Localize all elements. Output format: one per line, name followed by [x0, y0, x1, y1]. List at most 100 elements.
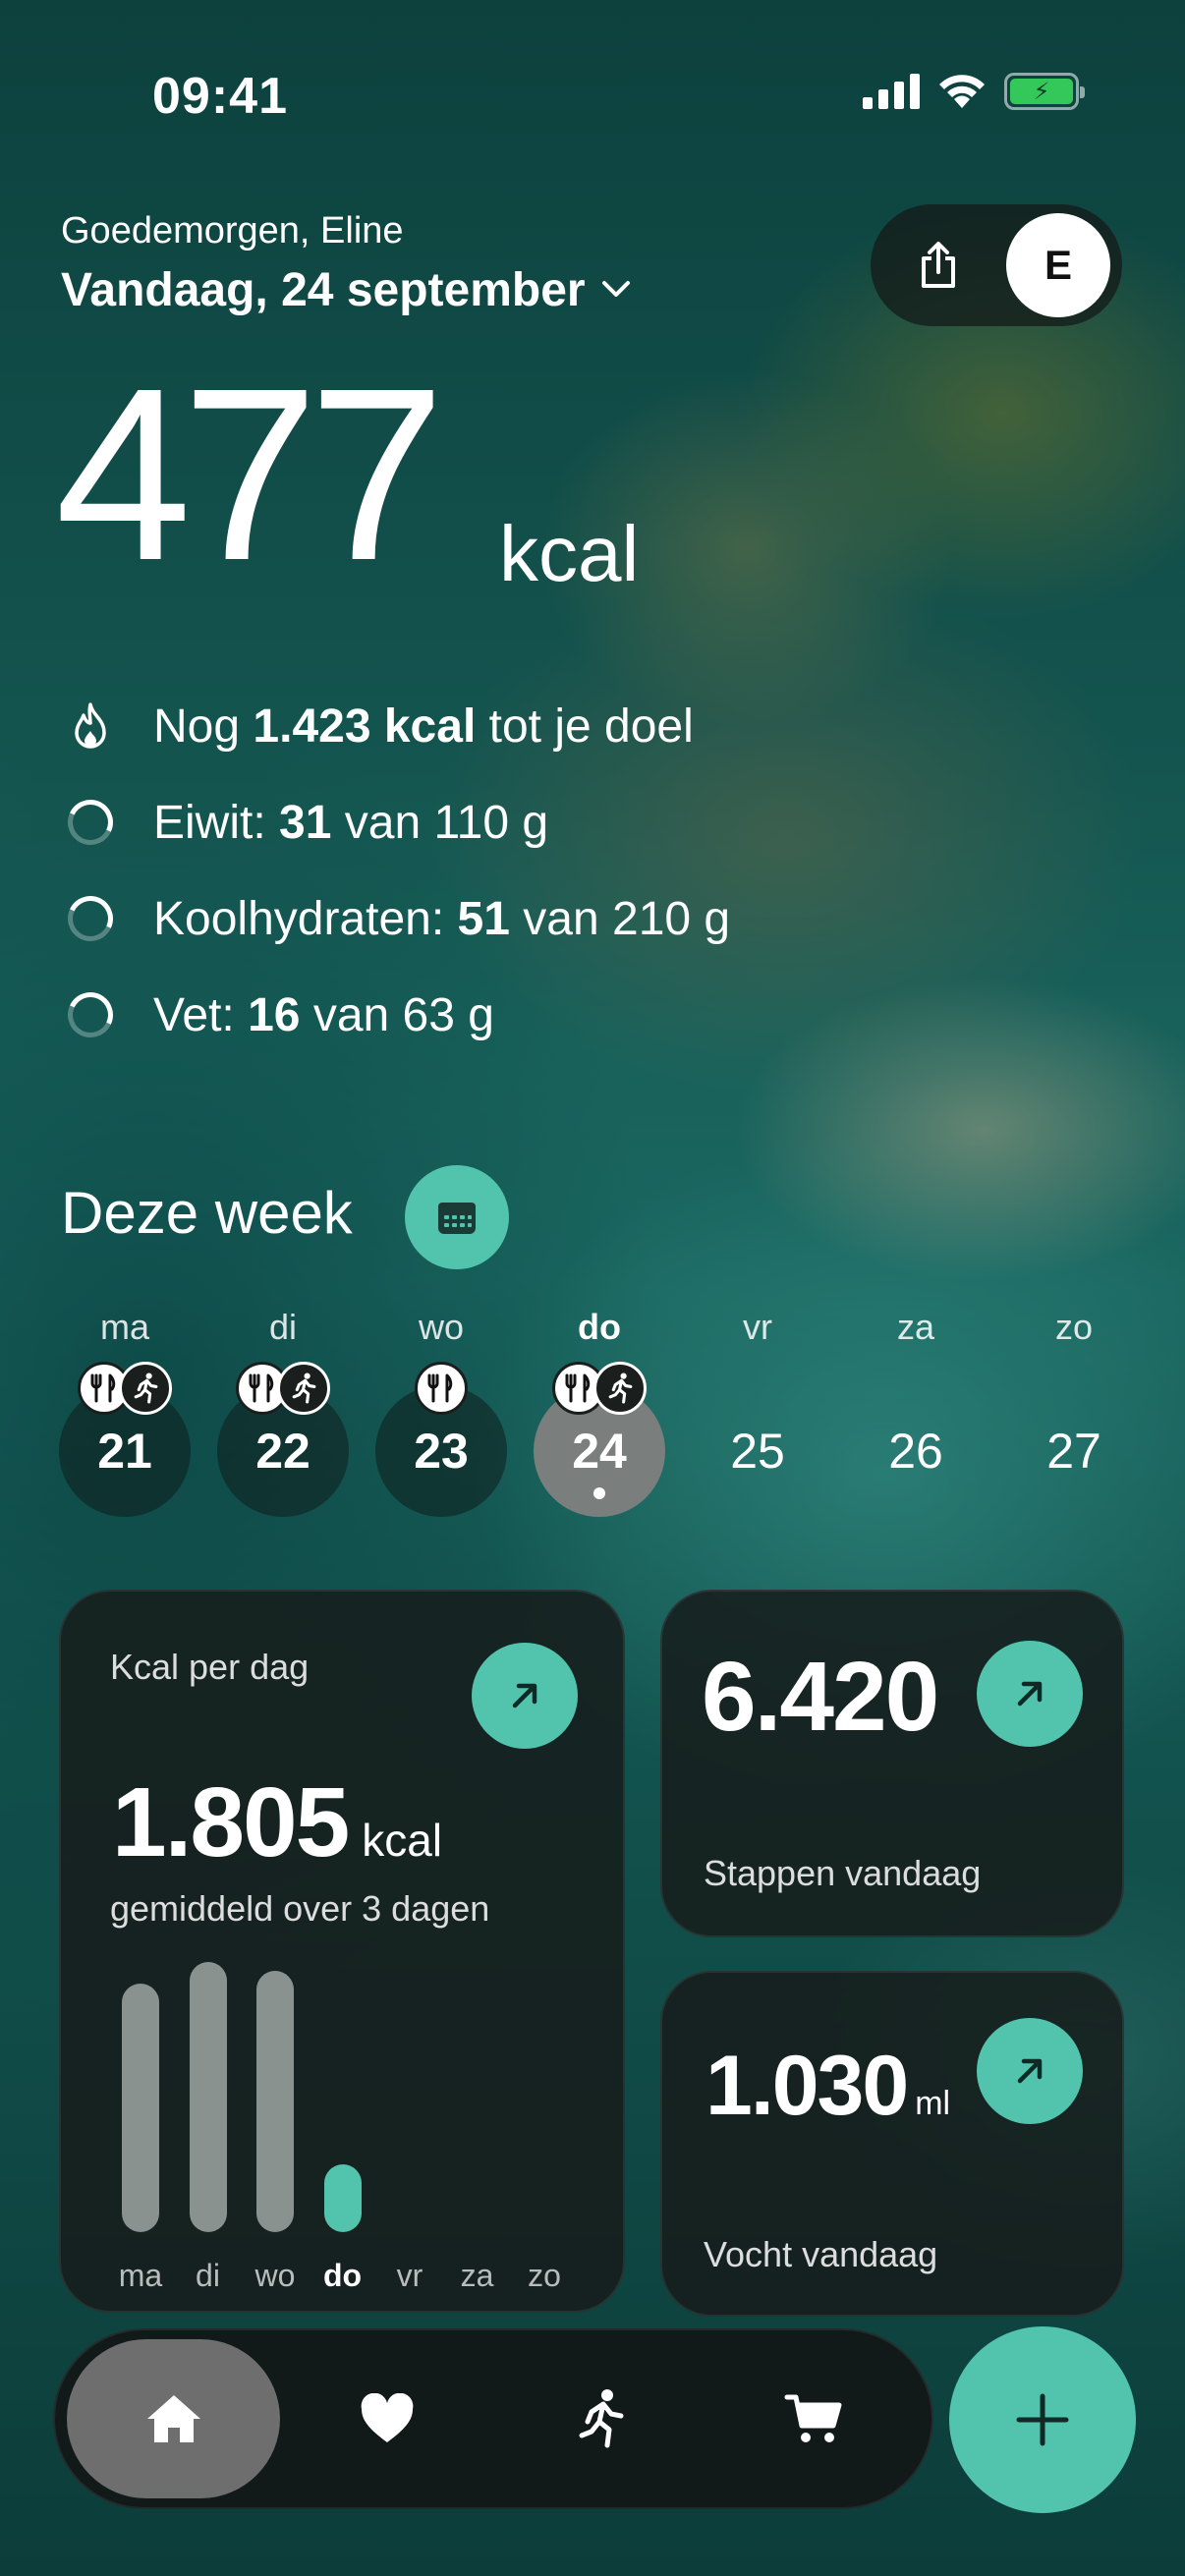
remaining-row: Nog 1.423 kcal tot je doel: [65, 678, 730, 774]
carbs-label: Koolhydraten:: [153, 892, 445, 945]
date-selector[interactable]: Vandaag, 24 september: [61, 263, 631, 317]
bar-ma: [122, 1983, 159, 2232]
day-date: 23: [375, 1362, 507, 1517]
bar-label-ma: ma: [118, 2258, 163, 2293]
flame-icon: [65, 700, 116, 752]
date-label: Vandaag, 24 september: [61, 264, 586, 316]
signal-icon: [863, 74, 920, 109]
tab-activity[interactable]: [493, 2339, 706, 2498]
plus-icon: [1016, 2393, 1069, 2446]
day-label: za: [896, 1307, 935, 1347]
remaining-prefix: Nog: [153, 700, 241, 753]
bar-do: [323, 2164, 362, 2232]
day-date: 25: [692, 1385, 823, 1517]
day-date: 26: [850, 1385, 982, 1517]
steps-value: 6.420: [702, 1642, 939, 1752]
water-value: 1.030: [705, 2039, 909, 2133]
wifi-icon: [939, 75, 985, 108]
day-date: 21: [59, 1362, 191, 1517]
week-days: ma 21 di 22 wo 23 do 24 vr 25 za 26 zo 27: [59, 1307, 1140, 1517]
day-ma[interactable]: ma 21: [59, 1307, 191, 1517]
chevron-down-icon: [601, 269, 631, 308]
carbs-target: van 210 g: [523, 892, 731, 945]
kcal-bar-chart: [122, 1955, 574, 2232]
calendar-button[interactable]: [405, 1165, 509, 1269]
bar-label-di: di: [196, 2258, 220, 2293]
open-water-button[interactable]: [977, 2018, 1083, 2124]
protein-progress-ring: [61, 793, 120, 852]
tab-shopping[interactable]: [706, 2339, 920, 2498]
add-button[interactable]: [949, 2326, 1136, 2513]
fat-progress-ring: [61, 985, 120, 1044]
fat-value: 16: [248, 988, 301, 1041]
water-card[interactable]: 1.030 ml Vocht vandaag: [660, 1971, 1124, 2317]
avatar[interactable]: E: [1006, 213, 1110, 317]
day-vr[interactable]: vr 25: [692, 1307, 823, 1517]
arrow-up-right-icon: [1017, 1681, 1043, 1707]
average-unit: kcal: [362, 1815, 443, 1866]
tab-favorites[interactable]: [280, 2339, 493, 2498]
day-number: 22: [255, 1424, 310, 1479]
open-steps-button[interactable]: [977, 1641, 1083, 1747]
bar-wo: [256, 1970, 294, 2232]
day-date: 22: [217, 1362, 349, 1517]
bar-label-wo: wo: [254, 2258, 296, 2293]
bar-label-vr: vr: [396, 2258, 423, 2293]
remaining-suffix: tot je doel: [488, 700, 694, 753]
day-label: ma: [99, 1307, 149, 1347]
day-label: zo: [1054, 1307, 1094, 1347]
status-time: 09:41: [152, 68, 288, 125]
bar-label-za: za: [460, 2258, 494, 2293]
card-title: Kcal per dag: [110, 1647, 310, 1687]
cart-icon: [784, 2394, 841, 2442]
steps-caption: Stappen vandaag: [704, 1853, 982, 1893]
day-zo[interactable]: zo 27: [1008, 1307, 1140, 1517]
day-label: vr: [743, 1307, 772, 1347]
day-di[interactable]: di 22: [217, 1307, 349, 1517]
day-date: 24: [534, 1362, 665, 1517]
heart-icon: [361, 2393, 413, 2442]
arrow-up-right-icon: [512, 1683, 537, 1708]
kcal-unit: kcal: [499, 510, 640, 597]
day-wo[interactable]: wo 23: [375, 1307, 507, 1517]
average-kcal: 1.805 kcal: [112, 1766, 442, 1879]
day-number: 25: [730, 1424, 785, 1479]
day-label: wo: [418, 1307, 465, 1347]
day-number: 24: [572, 1424, 627, 1479]
macro-stats: Nog 1.423 kcal tot je doel Eiwit: 31 van…: [61, 678, 731, 1063]
greeting: Goedemorgen, Eline: [61, 210, 404, 252]
running-icon: [579, 2389, 623, 2448]
average-subtitle: gemiddeld over 3 dagen: [110, 1888, 490, 1929]
day-number: 27: [1046, 1424, 1101, 1479]
activity-logged-icon: [593, 1362, 647, 1415]
day-do[interactable]: do 24: [534, 1307, 665, 1517]
kcal-per-day-card[interactable]: Kcal per dag 1.805 kcal gemiddeld over 3…: [59, 1590, 625, 2313]
open-kcal-button[interactable]: [472, 1643, 578, 1749]
battery-icon: ⚡: [1004, 73, 1085, 110]
arrow-up-right-icon: [1017, 2058, 1043, 2084]
home-icon: [146, 2395, 200, 2442]
tab-bar: [53, 2328, 933, 2509]
tab-home[interactable]: [67, 2339, 280, 2498]
calendar-icon: [438, 1203, 476, 1234]
water-amount: 1.030 ml: [705, 2038, 950, 2135]
protein-row: Eiwit: 31 van 110 g: [61, 774, 730, 870]
meal-logged-icon: [415, 1362, 468, 1415]
day-za[interactable]: za 26: [850, 1307, 982, 1517]
today-dot: [593, 1487, 605, 1499]
water-unit: ml: [915, 2085, 951, 2122]
day-number: 26: [888, 1424, 943, 1479]
protein-label: Eiwit:: [153, 796, 266, 849]
day-label: do: [578, 1307, 621, 1347]
kcal-consumed-value: 477: [55, 337, 445, 611]
steps-card[interactable]: 6.420 Stappen vandaag: [660, 1590, 1124, 1937]
header-actions: E: [871, 204, 1122, 326]
share-icon[interactable]: [910, 237, 967, 294]
week-title: Deze week: [61, 1180, 353, 1246]
activity-logged-icon: [277, 1362, 330, 1415]
day-label: di: [268, 1307, 298, 1347]
activity-logged-icon: [119, 1362, 172, 1415]
bar-label-do: do: [322, 2258, 363, 2293]
carbs-row: Koolhydraten: 51 van 210 g: [61, 870, 731, 967]
protein-target: van 110 g: [344, 796, 549, 849]
